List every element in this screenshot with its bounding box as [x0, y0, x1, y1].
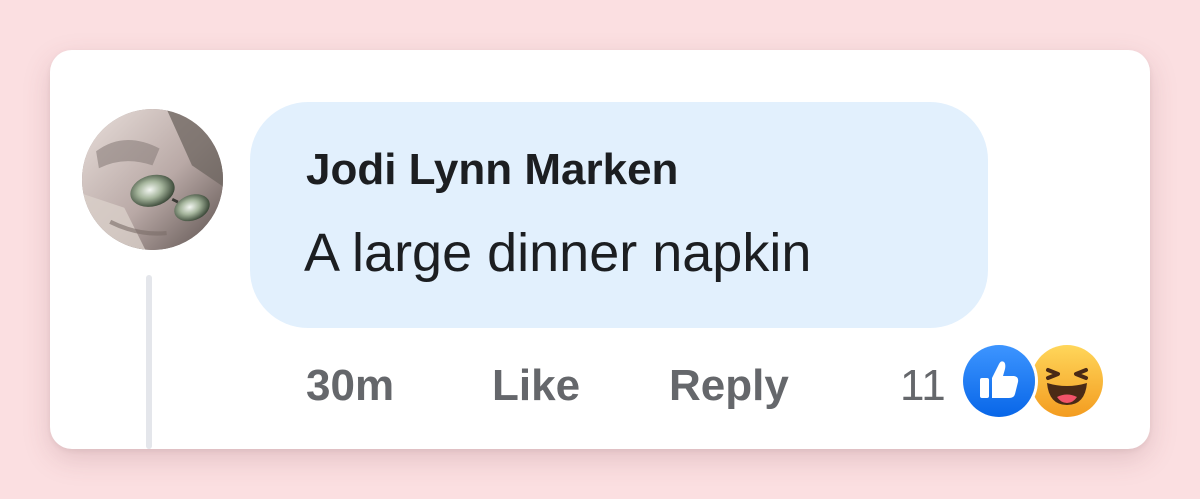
haha-icon	[1028, 342, 1106, 420]
reply-button[interactable]: Reply	[669, 356, 789, 416]
comment-text: A large dinner napkin	[304, 223, 812, 283]
reaction-count[interactable]: 11	[900, 356, 946, 416]
profile-photo	[82, 109, 223, 250]
like-icon	[960, 342, 1038, 420]
like-button[interactable]: Like	[492, 356, 580, 416]
reaction-summary[interactable]	[960, 342, 1110, 424]
comment-timestamp[interactable]: 30m	[306, 356, 394, 416]
comment-card: Jodi Lynn Marken A large dinner napkin 3…	[50, 50, 1150, 449]
comment-author[interactable]: Jodi Lynn Marken	[306, 145, 678, 195]
avatar[interactable]	[82, 109, 223, 250]
comment-bubble	[250, 102, 988, 328]
thread-line	[146, 275, 152, 449]
